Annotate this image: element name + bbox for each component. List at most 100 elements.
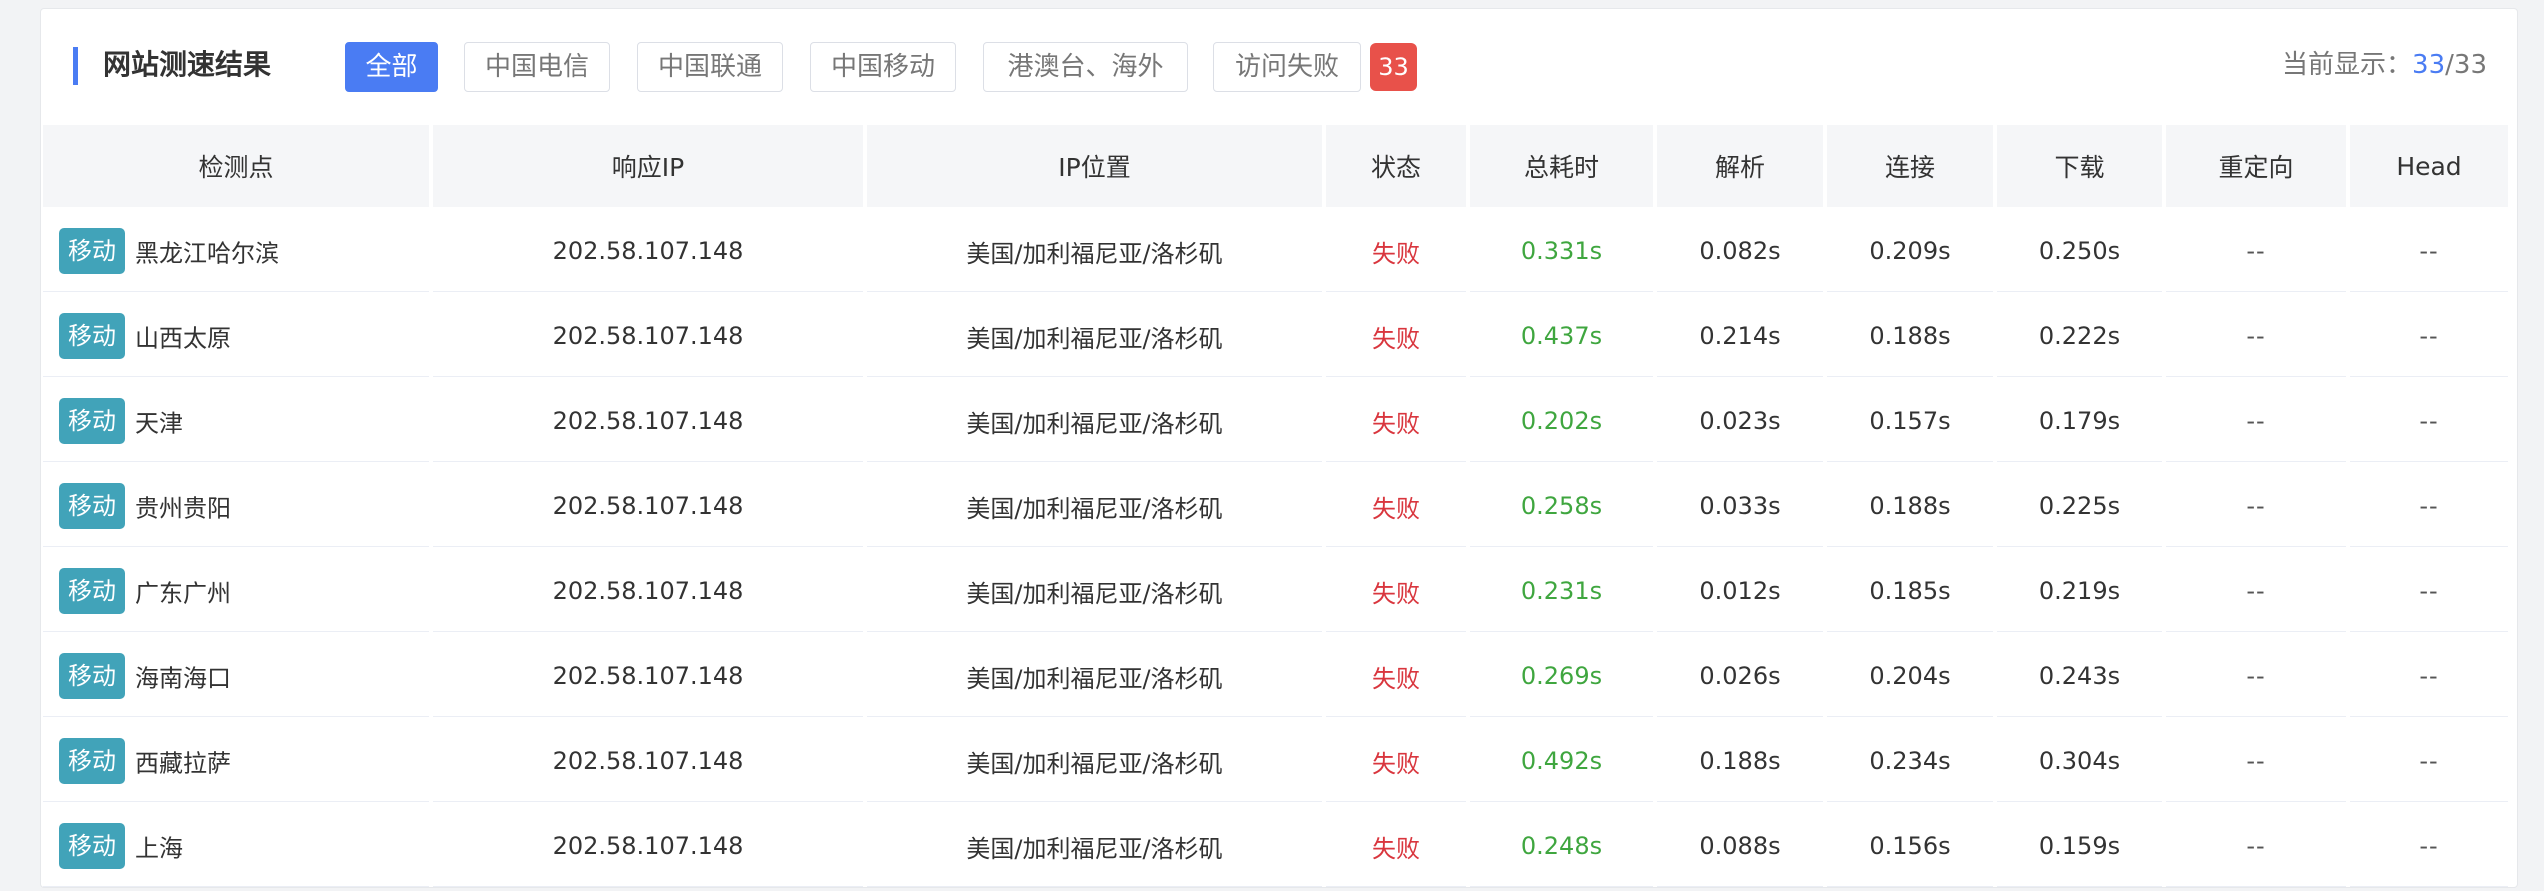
isp-tag: 移动 xyxy=(59,398,125,444)
head-time: -- xyxy=(2350,721,2508,802)
column-header-total-time[interactable]: 总耗时 xyxy=(1470,125,1653,207)
ip-location: 美国/加利福尼亚/洛杉矶 xyxy=(867,211,1322,292)
ip-location: 美国/加利福尼亚/洛杉矶 xyxy=(867,806,1322,887)
dns-time: 0.088s xyxy=(1657,806,1823,887)
results-table: 检测点 响应IP IP位置 状态 总耗时 解析 连接 下载 重定向 Head 移… xyxy=(39,121,2512,891)
column-header-redirect[interactable]: 重定向 xyxy=(2166,125,2346,207)
total-time: 0.331s xyxy=(1470,211,1653,292)
checkpoint-name: 西藏拉萨 xyxy=(135,749,231,778)
download-time: 0.222s xyxy=(1997,296,2162,377)
download-time: 0.225s xyxy=(1997,466,2162,547)
column-header-connect[interactable]: 连接 xyxy=(1827,125,1993,207)
summary-shown-count: 33 xyxy=(2412,50,2446,80)
table-row: 移动 黑龙江哈尔滨 202.58.107.148 美国/加利福尼亚/洛杉矶 失败 … xyxy=(43,211,2508,292)
connect-time: 0.157s xyxy=(1827,381,1993,462)
connect-time: 0.185s xyxy=(1827,551,1993,632)
column-header-checkpoint[interactable]: 检测点 xyxy=(43,125,429,207)
tab-all[interactable]: 全部 xyxy=(345,42,438,92)
dns-time: 0.026s xyxy=(1657,636,1823,717)
column-header-response-ip[interactable]: 响应IP xyxy=(433,125,863,207)
tab-china-mobile[interactable]: 中国移动 xyxy=(810,42,956,92)
dns-time: 0.082s xyxy=(1657,211,1823,292)
column-header-head[interactable]: Head xyxy=(2350,125,2508,207)
total-time: 0.258s xyxy=(1470,466,1653,547)
connect-time: 0.209s xyxy=(1827,211,1993,292)
checkpoint-cell: 移动 贵州贵阳 xyxy=(43,466,429,547)
status: 失败 xyxy=(1326,721,1466,802)
redirect-time: -- xyxy=(2166,211,2346,292)
isp-tag: 移动 xyxy=(59,738,125,784)
download-time: 0.304s xyxy=(1997,721,2162,802)
head-time: -- xyxy=(2350,296,2508,377)
checkpoint-name: 天津 xyxy=(135,409,183,438)
head-time: -- xyxy=(2350,551,2508,632)
summary-total-count: 33 xyxy=(2453,50,2487,80)
checkpoint-cell: 移动 天津 xyxy=(43,381,429,462)
response-ip: 202.58.107.148 xyxy=(433,466,863,547)
dns-time: 0.023s xyxy=(1657,381,1823,462)
connect-time: 0.156s xyxy=(1827,806,1993,887)
download-time: 0.250s xyxy=(1997,211,2162,292)
tab-china-telecom[interactable]: 中国电信 xyxy=(464,42,610,92)
fail-count-badge: 33 xyxy=(1370,43,1417,91)
response-ip: 202.58.107.148 xyxy=(433,296,863,377)
checkpoint-name: 黑龙江哈尔滨 xyxy=(135,239,279,268)
total-time: 0.231s xyxy=(1470,551,1653,632)
checkpoint-cell: 移动 海南海口 xyxy=(43,636,429,717)
status: 失败 xyxy=(1326,806,1466,887)
column-header-ip-location[interactable]: IP位置 xyxy=(867,125,1322,207)
column-header-dns[interactable]: 解析 xyxy=(1657,125,1823,207)
checkpoint-name: 贵州贵阳 xyxy=(135,494,231,523)
panel-header: 网站测速结果 全部 中国电信 中国联通 中国移动 港澳台、海外 访问失败 33 … xyxy=(41,9,2517,121)
table-header-row: 检测点 响应IP IP位置 状态 总耗时 解析 连接 下载 重定向 Head xyxy=(43,125,2508,207)
tab-access-failed[interactable]: 访问失败 xyxy=(1213,42,1361,92)
isp-tag: 移动 xyxy=(59,823,125,869)
summary-prefix: 当前显示： xyxy=(2282,50,2413,80)
checkpoint-cell: 移动 黑龙江哈尔滨 xyxy=(43,211,429,292)
isp-tag: 移动 xyxy=(59,653,125,699)
connect-time: 0.188s xyxy=(1827,466,1993,547)
summary-separator: / xyxy=(2445,50,2454,80)
head-time: -- xyxy=(2350,636,2508,717)
response-ip: 202.58.107.148 xyxy=(433,636,863,717)
download-time: 0.243s xyxy=(1997,636,2162,717)
tab-china-unicom[interactable]: 中国联通 xyxy=(637,42,783,92)
isp-tag: 移动 xyxy=(59,483,125,529)
ip-location: 美国/加利福尼亚/洛杉矶 xyxy=(867,381,1322,462)
checkpoint-name: 山西太原 xyxy=(135,324,231,353)
redirect-time: -- xyxy=(2166,381,2346,462)
isp-tag: 移动 xyxy=(59,313,125,359)
status: 失败 xyxy=(1326,551,1466,632)
total-time: 0.269s xyxy=(1470,636,1653,717)
redirect-time: -- xyxy=(2166,296,2346,377)
connect-time: 0.204s xyxy=(1827,636,1993,717)
status: 失败 xyxy=(1326,381,1466,462)
checkpoint-cell: 移动 西藏拉萨 xyxy=(43,721,429,802)
column-header-download[interactable]: 下载 xyxy=(1997,125,2162,207)
dns-time: 0.188s xyxy=(1657,721,1823,802)
redirect-time: -- xyxy=(2166,806,2346,887)
checkpoint-cell: 移动 山西太原 xyxy=(43,296,429,377)
response-ip: 202.58.107.148 xyxy=(433,211,863,292)
download-time: 0.219s xyxy=(1997,551,2162,632)
download-time: 0.159s xyxy=(1997,806,2162,887)
title-accent-bar xyxy=(73,47,78,85)
response-ip: 202.58.107.148 xyxy=(433,721,863,802)
response-ip: 202.58.107.148 xyxy=(433,806,863,887)
page-title: 网站测速结果 xyxy=(103,48,272,81)
table-row: 移动 上海 202.58.107.148 美国/加利福尼亚/洛杉矶 失败 0.24… xyxy=(43,806,2508,887)
status: 失败 xyxy=(1326,296,1466,377)
column-header-status[interactable]: 状态 xyxy=(1326,125,1466,207)
ip-location: 美国/加利福尼亚/洛杉矶 xyxy=(867,296,1322,377)
response-ip: 202.58.107.148 xyxy=(433,381,863,462)
response-ip: 202.58.107.148 xyxy=(433,551,863,632)
total-time: 0.202s xyxy=(1470,381,1653,462)
ip-location: 美国/加利福尼亚/洛杉矶 xyxy=(867,551,1322,632)
ip-location: 美国/加利福尼亚/洛杉矶 xyxy=(867,721,1322,802)
dns-time: 0.214s xyxy=(1657,296,1823,377)
dns-time: 0.033s xyxy=(1657,466,1823,547)
total-time: 0.437s xyxy=(1470,296,1653,377)
checkpoint-cell: 移动 广东广州 xyxy=(43,551,429,632)
tab-hk-macau-taiwan-overseas[interactable]: 港澳台、海外 xyxy=(983,42,1188,92)
checkpoint-name: 海南海口 xyxy=(135,664,231,693)
